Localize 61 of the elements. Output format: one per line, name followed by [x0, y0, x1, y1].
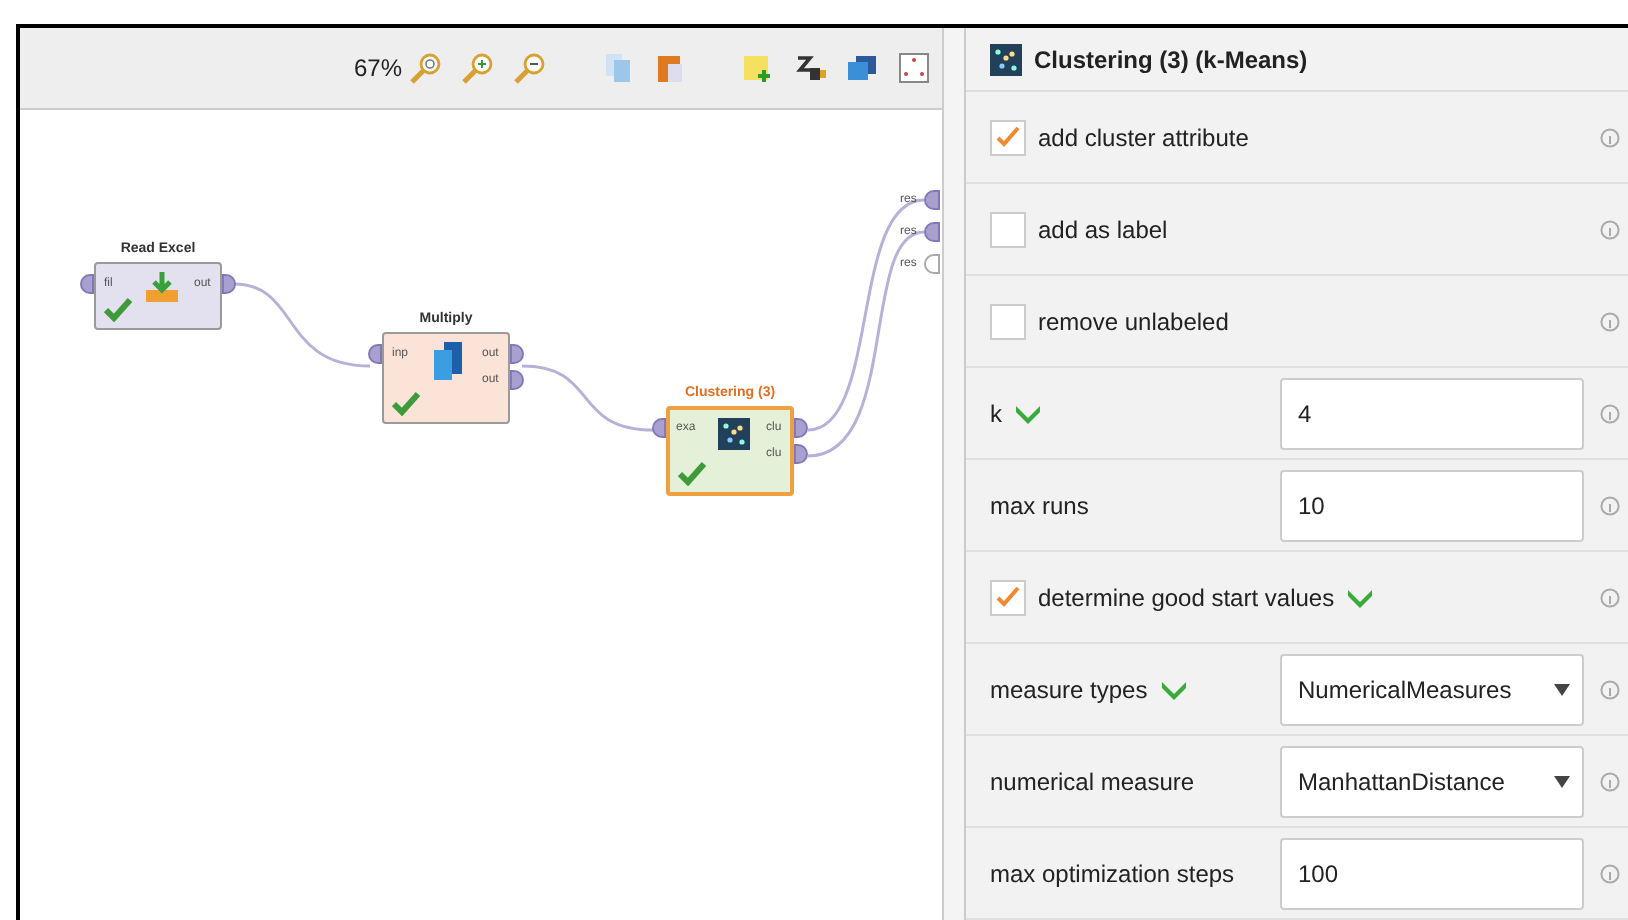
- port[interactable]: [652, 418, 666, 438]
- info-icon[interactable]: [1600, 125, 1620, 149]
- checkmark-icon: [996, 586, 1020, 608]
- zoom-out-icon[interactable]: [514, 52, 546, 84]
- chevron-icon: [1159, 679, 1188, 699]
- parameter-label: max runs: [990, 489, 1089, 523]
- copy-icon[interactable]: [602, 52, 634, 84]
- dropdown[interactable]: ManhattanDistance: [1280, 745, 1584, 817]
- parameter-label: add cluster attribute: [1038, 121, 1249, 155]
- port[interactable]: [80, 274, 94, 294]
- result-port[interactable]: [924, 190, 940, 210]
- checkmark-icon: [392, 392, 420, 416]
- parameter-label: k: [990, 397, 1002, 431]
- checkbox[interactable]: [990, 211, 1026, 247]
- parameter-label: max optimization steps: [990, 857, 1235, 891]
- fit-frame-icon[interactable]: [898, 52, 930, 84]
- scatter-icon: [718, 418, 750, 450]
- checkbox[interactable]: [990, 303, 1026, 339]
- checkmark-icon: [104, 298, 132, 322]
- info-icon[interactable]: [1600, 217, 1620, 241]
- layers-icon[interactable]: [846, 52, 878, 84]
- result-port[interactable]: [924, 222, 940, 242]
- dropdown-arrow-icon: [1554, 775, 1570, 787]
- checkbox[interactable]: [990, 119, 1026, 155]
- operator-node[interactable]: [94, 262, 222, 330]
- parameter-label: remove unlabeled: [1038, 305, 1229, 339]
- result-port[interactable]: [924, 254, 940, 274]
- parameter-label: numerical measure: [990, 765, 1195, 799]
- clipboard-icon[interactable]: [654, 52, 686, 84]
- parameter-label: add as label: [1038, 213, 1168, 247]
- dropdown-arrow-icon: [1554, 683, 1570, 695]
- info-icon[interactable]: [1600, 309, 1620, 333]
- info-icon[interactable]: [1600, 677, 1620, 701]
- info-icon[interactable]: [1600, 861, 1620, 885]
- checkmark-icon: [678, 462, 706, 486]
- add-note-icon[interactable]: [742, 52, 774, 84]
- parameter-label: determine good start values: [1038, 581, 1335, 615]
- info-icon[interactable]: [1600, 493, 1620, 517]
- documents-icon: [432, 342, 464, 382]
- checkmark-icon: [996, 126, 1020, 148]
- import-icon: [144, 272, 180, 304]
- port[interactable]: [222, 274, 236, 294]
- chevron-icon: [1346, 587, 1375, 607]
- info-icon[interactable]: [1600, 585, 1620, 609]
- dropdown[interactable]: NumericalMeasures: [1280, 653, 1584, 725]
- operator-node[interactable]: [666, 406, 794, 496]
- zoom-level: 67%: [353, 52, 402, 86]
- parameter-label: measure types: [990, 673, 1148, 707]
- operator-node[interactable]: [382, 332, 510, 424]
- scatter-icon: [990, 43, 1022, 75]
- info-icon[interactable]: [1600, 769, 1620, 793]
- input-field[interactable]: 10: [1280, 469, 1584, 541]
- port[interactable]: [368, 344, 382, 364]
- zoom-fit-icon[interactable]: [410, 52, 442, 84]
- info-icon[interactable]: [1600, 401, 1620, 425]
- checkbox[interactable]: [990, 579, 1026, 615]
- chevron-icon: [1014, 403, 1042, 423]
- input-field[interactable]: 100: [1280, 837, 1584, 909]
- input-field[interactable]: 4: [1280, 377, 1584, 449]
- panel-title: Clustering (3) (k-Means): [1034, 43, 1308, 77]
- zoom-in-icon[interactable]: [462, 52, 494, 84]
